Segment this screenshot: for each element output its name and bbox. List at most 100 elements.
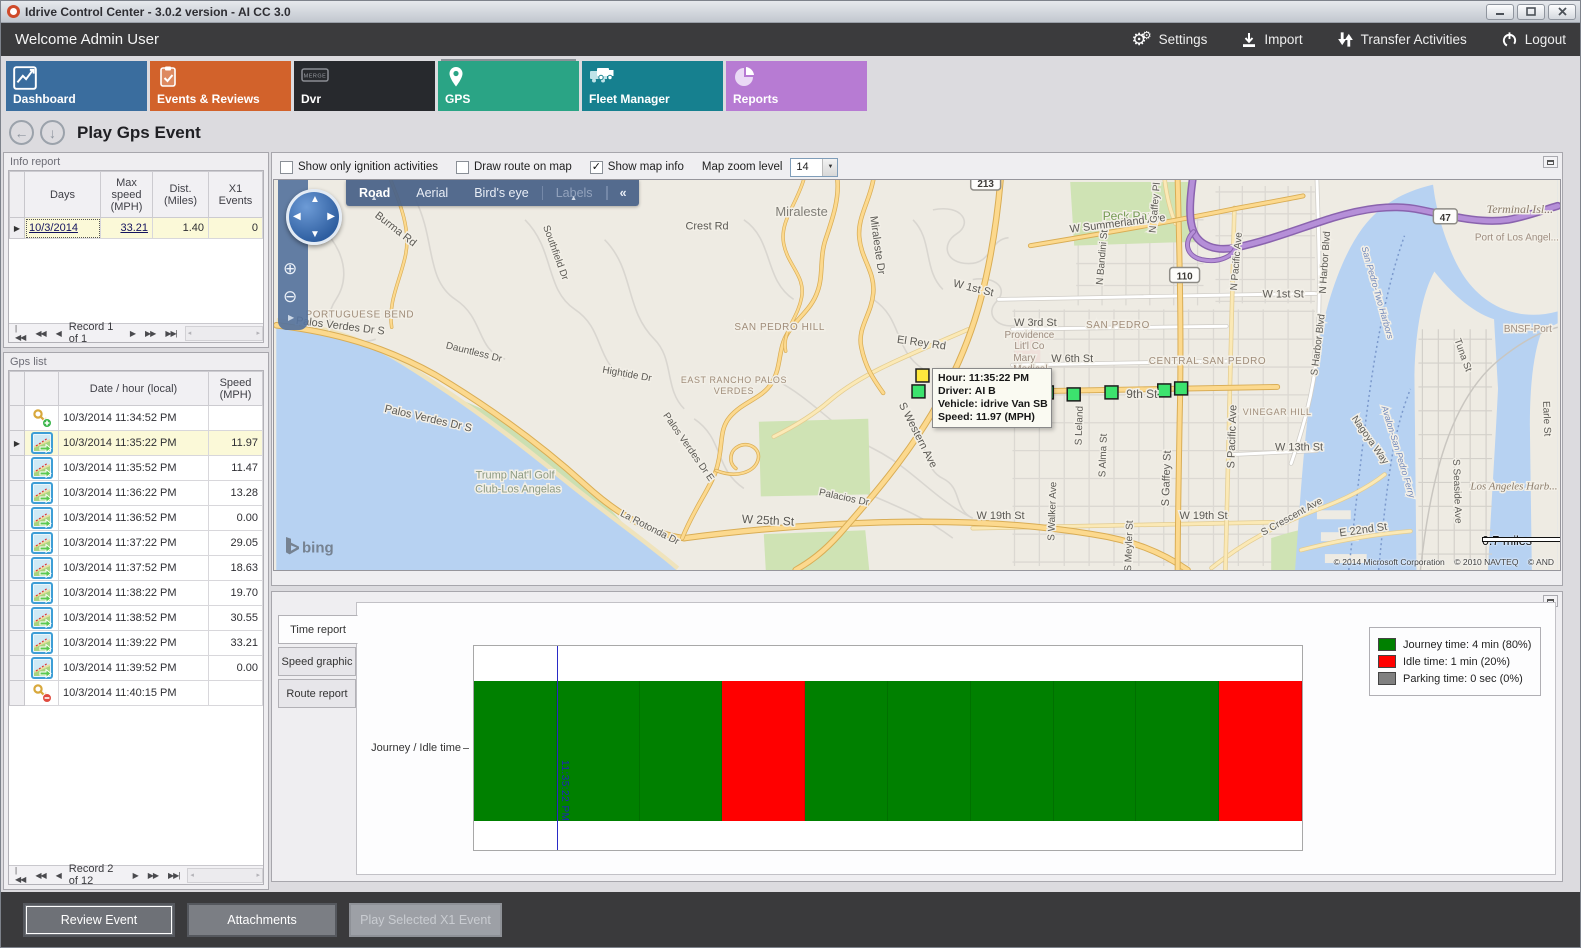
map-copyright: © 2014 Microsoft Corporation © 2010 NAVT… (1334, 557, 1554, 567)
col-days[interactable]: Days (25, 172, 101, 218)
logout-button[interactable]: Logout (1501, 31, 1566, 48)
gps-marker[interactable] (1105, 386, 1118, 399)
record-scrollbar[interactable]: ◂▸ (185, 326, 263, 341)
tab-reports[interactable]: Reports (726, 61, 867, 111)
tab-time-report[interactable]: Time report (278, 615, 358, 644)
col-x1-events[interactable]: X1 Events (209, 172, 263, 218)
minimize-button[interactable] (1486, 4, 1514, 20)
gps-row[interactable]: 10/3/2014 11:36:22 PM13.28 (10, 481, 263, 506)
map-compass-control[interactable]: ▲ ▼ ◀ ▶ (286, 189, 342, 245)
gps-row[interactable]: 10/3/2014 11:40:15 PM (10, 681, 263, 706)
zoom-in-icon[interactable]: ⊕ (283, 260, 297, 277)
checkbox-box[interactable]: ✓ (590, 161, 603, 174)
checkbox-show-map-info[interactable]: ✓Show map info (590, 161, 684, 174)
gps-row[interactable]: 10/3/2014 11:37:52 PM18.63 (10, 556, 263, 581)
gps-row[interactable]: 10/3/2014 11:39:52 PM0.00 (10, 656, 263, 681)
chart-row-label: Journey / Idle time (357, 645, 469, 851)
chevron-down-icon[interactable]: ▼ (822, 159, 837, 176)
checkbox-box[interactable] (280, 161, 293, 174)
gps-speed (209, 406, 263, 431)
fast-prev-record-button[interactable]: ◀◀ (33, 329, 47, 338)
gps-point-icon (25, 631, 59, 656)
gps-speed: 19.70 (209, 581, 263, 606)
gps-row[interactable]: 10/3/2014 11:34:52 PM (10, 406, 263, 431)
ignition-on-icon (25, 406, 59, 431)
tab-speed-graphic[interactable]: Speed graphic (278, 647, 356, 676)
map-style-bird-s-eye[interactable]: Bird's eye (461, 186, 542, 200)
gps-row[interactable]: 10/3/2014 11:35:52 PM11.47 (10, 456, 263, 481)
close-button[interactable] (1548, 4, 1576, 20)
checkbox-show-only-ignition-activities[interactable]: Show only ignition activities (280, 161, 438, 174)
timeline-segment-journey (1054, 681, 1137, 822)
gps-marker[interactable] (916, 369, 929, 382)
gps-row[interactable]: 10/3/2014 11:37:22 PM29.05 (10, 531, 263, 556)
maximize-button[interactable] (1517, 4, 1545, 20)
last-record-button[interactable]: ▶▶| (163, 329, 178, 338)
checkbox-box[interactable] (456, 161, 469, 174)
zoom-out-icon[interactable]: ⊖ (283, 288, 297, 305)
gps-row[interactable]: 10/3/2014 11:36:52 PM0.00 (10, 506, 263, 531)
gps-speed: 11.47 (209, 456, 263, 481)
col-speed[interactable]: Speed (MPH) (209, 372, 263, 406)
col-dist[interactable]: Dist. (Miles) (153, 172, 209, 218)
tab-fleet-manager[interactable]: Fleet Manager (582, 61, 723, 111)
attachments-button[interactable]: Attachments (187, 903, 337, 937)
map-toolbar-collapse-button[interactable]: « (607, 186, 639, 200)
col-max-speed[interactable]: Max speed (MPH) (101, 172, 153, 218)
tab-dashboard[interactable]: Dashboard (6, 61, 147, 111)
gps-row[interactable]: 10/3/2014 11:39:22 PM33.21 (10, 631, 263, 656)
tab-gps[interactable]: GPS (438, 61, 579, 111)
next-record-button[interactable]: ▶ (131, 871, 140, 880)
legend-swatch (1378, 672, 1396, 685)
gps-marker[interactable] (1067, 388, 1080, 401)
gps-row[interactable]: 10/3/2014 11:38:52 PM30.55 (10, 606, 263, 631)
pan-down-icon[interactable]: ▼ (310, 229, 320, 240)
map-style-labels[interactable]: Labels▲ (542, 186, 607, 200)
gps-datetime: 10/3/2014 11:36:22 PM (59, 481, 209, 506)
last-record-button[interactable]: ▶▶| (166, 871, 181, 880)
back-button[interactable]: ← (9, 120, 34, 145)
import-icon (1241, 32, 1257, 48)
tab-dvr[interactable]: MERGEDvr (294, 61, 435, 111)
review-event-button[interactable]: Review Event (23, 903, 175, 937)
pan-up-icon[interactable]: ▲ (310, 194, 320, 205)
checkbox-draw-route-on-map[interactable]: Draw route on map (456, 161, 572, 174)
svg-text:47: 47 (1440, 213, 1452, 224)
map-zoom-level-select[interactable]: 14▼ (790, 158, 838, 177)
settings-button[interactable]: ⚙⚙ Settings (1132, 31, 1208, 48)
timeline-bar (474, 681, 1302, 822)
first-record-button[interactable]: |◀◀ (13, 324, 27, 342)
next-record-button[interactable]: ▶ (128, 329, 137, 338)
record-scrollbar[interactable]: ◂▸ (187, 868, 263, 883)
map-style-road[interactable]: Road▲ (346, 186, 403, 200)
first-record-button[interactable]: |◀◀ (13, 866, 27, 884)
gps-row[interactable]: 10/3/2014 11:38:22 PM19.70 (10, 581, 263, 606)
pan-right-icon[interactable]: ▶ (327, 211, 335, 222)
collapse-map-panel-button[interactable] (1543, 156, 1558, 168)
strip-expand-icon[interactable]: ▶ (288, 313, 294, 322)
pan-left-icon[interactable]: ◀ (293, 211, 301, 222)
timeline-segment-journey (640, 681, 723, 822)
legend-label: Idle time: 1 min (20%) (1403, 656, 1510, 668)
gps-point-icon (25, 581, 59, 606)
map-style-aerial[interactable]: Aerial (403, 186, 461, 200)
import-button[interactable]: Import (1241, 32, 1302, 48)
tab-events-reviews[interactable]: Events & Reviews (150, 61, 291, 111)
down-button[interactable]: ↓ (40, 120, 65, 145)
map-label: CENTRAL SAN PEDRO (1149, 356, 1266, 367)
gps-marker[interactable] (1158, 384, 1171, 397)
gps-marker[interactable] (1175, 382, 1188, 395)
window-titlebar: Idrive Control Center - 3.0.2 version - … (1, 1, 1580, 23)
info-report-row[interactable]: ▶ 10/3/2014 33.21 1.40 0 (10, 218, 263, 239)
col-datetime[interactable]: Date / hour (local) (59, 372, 209, 406)
tab-route-report[interactable]: Route report (278, 679, 356, 708)
fast-prev-record-button[interactable]: ◀◀ (33, 871, 47, 880)
gps-row[interactable]: ▶10/3/2014 11:35:22 PM11.97 (10, 431, 263, 456)
prev-record-button[interactable]: ◀ (54, 329, 63, 338)
prev-record-button[interactable]: ◀ (54, 871, 63, 880)
transfer-activities-button[interactable]: Transfer Activities (1337, 31, 1467, 48)
fast-next-record-button[interactable]: ▶▶ (143, 329, 157, 338)
gps-marker[interactable] (912, 385, 925, 398)
map[interactable]: 21311047 MiralesteCrest RdMiraleste DrBu… (273, 179, 1561, 571)
fast-next-record-button[interactable]: ▶▶ (146, 871, 160, 880)
